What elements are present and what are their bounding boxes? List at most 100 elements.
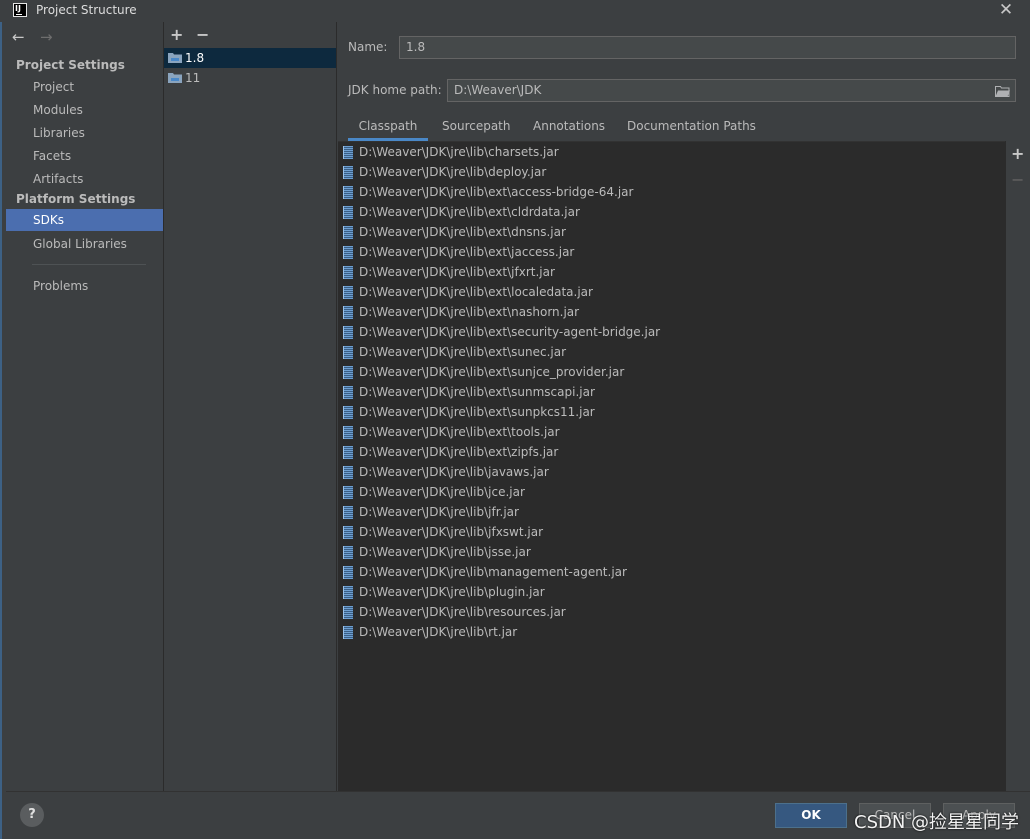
classpath-entry: D:\Weaver\JDK\jre\lib\charsets.jar [359, 145, 559, 159]
classpath-row[interactable]: D:\Weaver\JDK\jre\lib\ext\sunec.jar [340, 342, 1000, 362]
nav-item-project[interactable]: Project [6, 76, 163, 98]
jar-icon [343, 206, 353, 219]
remove-sdk-button[interactable]: − [196, 25, 209, 44]
classpath-row[interactable]: D:\Weaver\JDK\jre\lib\resources.jar [340, 602, 1000, 622]
classpath-entry: D:\Weaver\JDK\jre\lib\javaws.jar [359, 465, 549, 479]
jar-icon [343, 606, 353, 619]
sdk-list-item[interactable]: 11 [164, 68, 336, 88]
jar-icon [343, 186, 353, 199]
sdk-label: 11 [185, 71, 201, 85]
classpath-entry: D:\Weaver\JDK\jre\lib\ext\jaccess.jar [359, 245, 575, 259]
classpath-row[interactable]: D:\Weaver\JDK\jre\lib\jsse.jar [340, 542, 1000, 562]
tab-annotations[interactable]: Annotations [533, 119, 605, 141]
jar-icon [343, 406, 353, 419]
jdk-home-field[interactable]: D:\Weaver\JDK [447, 79, 1016, 102]
classpath-row[interactable]: D:\Weaver\JDK\jre\lib\jfxswt.jar [340, 522, 1000, 542]
tab-sourcepath[interactable]: Sourcepath [442, 119, 511, 141]
classpath-entry: D:\Weaver\JDK\jre\lib\ext\access-bridge-… [359, 185, 634, 199]
classpath-entry: D:\Weaver\JDK\jre\lib\ext\tools.jar [359, 425, 560, 439]
nav-item-libraries[interactable]: Libraries [6, 122, 163, 144]
window-title: Project Structure [36, 3, 137, 17]
classpath-row[interactable]: D:\Weaver\JDK\jre\lib\deploy.jar [340, 162, 1000, 182]
project-settings-header: Project Settings [16, 58, 125, 72]
classpath-row[interactable]: D:\Weaver\JDK\jre\lib\ext\tools.jar [340, 422, 1000, 442]
nav-item-sdks[interactable]: SDKs [6, 209, 163, 231]
nav-item-problems[interactable]: Problems [6, 275, 163, 297]
jar-icon [343, 506, 353, 519]
jar-icon [343, 486, 353, 499]
jar-icon [343, 366, 353, 379]
classpath-row[interactable]: D:\Weaver\JDK\jre\lib\ext\jaccess.jar [340, 242, 1000, 262]
classpath-row[interactable]: D:\Weaver\JDK\jre\lib\ext\dnsns.jar [340, 222, 1000, 242]
remove-path-button[interactable]: − [1011, 170, 1024, 189]
jar-icon [343, 286, 353, 299]
jar-icon [343, 386, 353, 399]
close-icon[interactable]: ✕ [997, 1, 1015, 19]
add-path-button[interactable]: + [1011, 144, 1024, 163]
classpath-row[interactable]: D:\Weaver\JDK\jre\lib\plugin.jar [340, 582, 1000, 602]
jar-icon [343, 546, 353, 559]
jar-icon [343, 246, 353, 259]
classpath-entry: D:\Weaver\JDK\jre\lib\resources.jar [359, 605, 566, 619]
browse-folder-icon[interactable] [995, 85, 1010, 97]
classpath-entry: D:\Weaver\JDK\jre\lib\plugin.jar [359, 585, 545, 599]
ok-button[interactable]: OK [775, 803, 847, 828]
jar-icon [343, 306, 353, 319]
classpath-row[interactable]: D:\Weaver\JDK\jre\lib\ext\jfxrt.jar [340, 262, 1000, 282]
classpath-row[interactable]: D:\Weaver\JDK\jre\lib\ext\localedata.jar [340, 282, 1000, 302]
jar-icon [343, 166, 353, 179]
classpath-row[interactable]: D:\Weaver\JDK\jre\lib\ext\nashorn.jar [340, 302, 1000, 322]
sdk-name-field[interactable]: 1.8 [399, 36, 1016, 59]
add-sdk-button[interactable]: + [170, 25, 183, 44]
sdk-label: 1.8 [185, 51, 205, 65]
classpath-entry: D:\Weaver\JDK\jre\lib\ext\nashorn.jar [359, 305, 580, 319]
classpath-row[interactable]: D:\Weaver\JDK\jre\lib\javaws.jar [340, 462, 1000, 482]
sdk-list-item[interactable]: 1.8 [164, 48, 336, 68]
classpath-row[interactable]: D:\Weaver\JDK\jre\lib\jce.jar [340, 482, 1000, 502]
classpath-entry: D:\Weaver\JDK\jre\lib\jsse.jar [359, 545, 531, 559]
classpath-row[interactable]: D:\Weaver\JDK\jre\lib\ext\zipfs.jar [340, 442, 1000, 462]
nav-item-modules[interactable]: Modules [6, 99, 163, 121]
classpath-entry: D:\Weaver\JDK\jre\lib\ext\jfxrt.jar [359, 265, 555, 279]
classpath-toolbar [1005, 141, 1030, 791]
classpath-row[interactable]: D:\Weaver\JDK\jre\lib\jfr.jar [340, 502, 1000, 522]
classpath-row[interactable]: D:\Weaver\JDK\jre\lib\management-agent.j… [340, 562, 1000, 582]
platform-settings-header: Platform Settings [16, 192, 136, 206]
classpath-row[interactable]: D:\Weaver\JDK\jre\lib\ext\sunmscapi.jar [340, 382, 1000, 402]
classpath-row[interactable]: D:\Weaver\JDK\jre\lib\ext\cldrdata.jar [340, 202, 1000, 222]
help-icon[interactable]: ? [20, 803, 44, 827]
jar-icon [343, 426, 353, 439]
classpath-row[interactable]: D:\Weaver\JDK\jre\lib\ext\sunpkcs11.jar [340, 402, 1000, 422]
title-bar [0, 0, 1030, 22]
jar-icon [343, 586, 353, 599]
tab-documentation-paths[interactable]: Documentation Paths [627, 119, 756, 141]
forward-arrow-icon[interactable]: → [40, 28, 53, 46]
classpath-row[interactable]: D:\Weaver\JDK\jre\lib\charsets.jar [340, 142, 1000, 162]
jar-icon [343, 146, 353, 159]
classpath-entry: D:\Weaver\JDK\jre\lib\ext\sunec.jar [359, 345, 567, 359]
nav-item-artifacts[interactable]: Artifacts [6, 168, 163, 190]
classpath-entry: D:\Weaver\JDK\jre\lib\jce.jar [359, 485, 525, 499]
jar-icon [343, 526, 353, 539]
jdk-home-label: JDK home path: [348, 83, 442, 97]
classpath-row[interactable]: D:\Weaver\JDK\jre\lib\ext\access-bridge-… [340, 182, 1000, 202]
back-arrow-icon[interactable]: ← [12, 28, 25, 46]
intellij-app-icon: IJ [13, 3, 27, 17]
classpath-row[interactable]: D:\Weaver\JDK\jre\lib\ext\sunjce_provide… [340, 362, 1000, 382]
classpath-entry: D:\Weaver\JDK\jre\lib\ext\sunmscapi.jar [359, 385, 595, 399]
classpath-entry: D:\Weaver\JDK\jre\lib\ext\cldrdata.jar [359, 205, 580, 219]
nav-item-facets[interactable]: Facets [6, 145, 163, 167]
classpath-entry: D:\Weaver\JDK\jre\lib\ext\zipfs.jar [359, 445, 559, 459]
jar-icon [343, 266, 353, 279]
jdk-folder-icon [168, 53, 182, 63]
classpath-row[interactable]: D:\Weaver\JDK\jre\lib\rt.jar [340, 622, 1000, 642]
classpath-entry: D:\Weaver\JDK\jre\lib\ext\security-agent… [359, 325, 661, 339]
classpath-entry: D:\Weaver\JDK\jre\lib\management-agent.j… [359, 565, 627, 579]
classpath-entry: D:\Weaver\JDK\jre\lib\jfr.jar [359, 505, 519, 519]
name-label: Name: [348, 40, 388, 54]
classpath-row[interactable]: D:\Weaver\JDK\jre\lib\ext\security-agent… [340, 322, 1000, 342]
nav-item-global-libraries[interactable]: Global Libraries [6, 233, 163, 255]
jar-icon [343, 326, 353, 339]
tab-classpath[interactable]: Classpath [348, 119, 428, 141]
classpath-entry: D:\Weaver\JDK\jre\lib\rt.jar [359, 625, 518, 639]
